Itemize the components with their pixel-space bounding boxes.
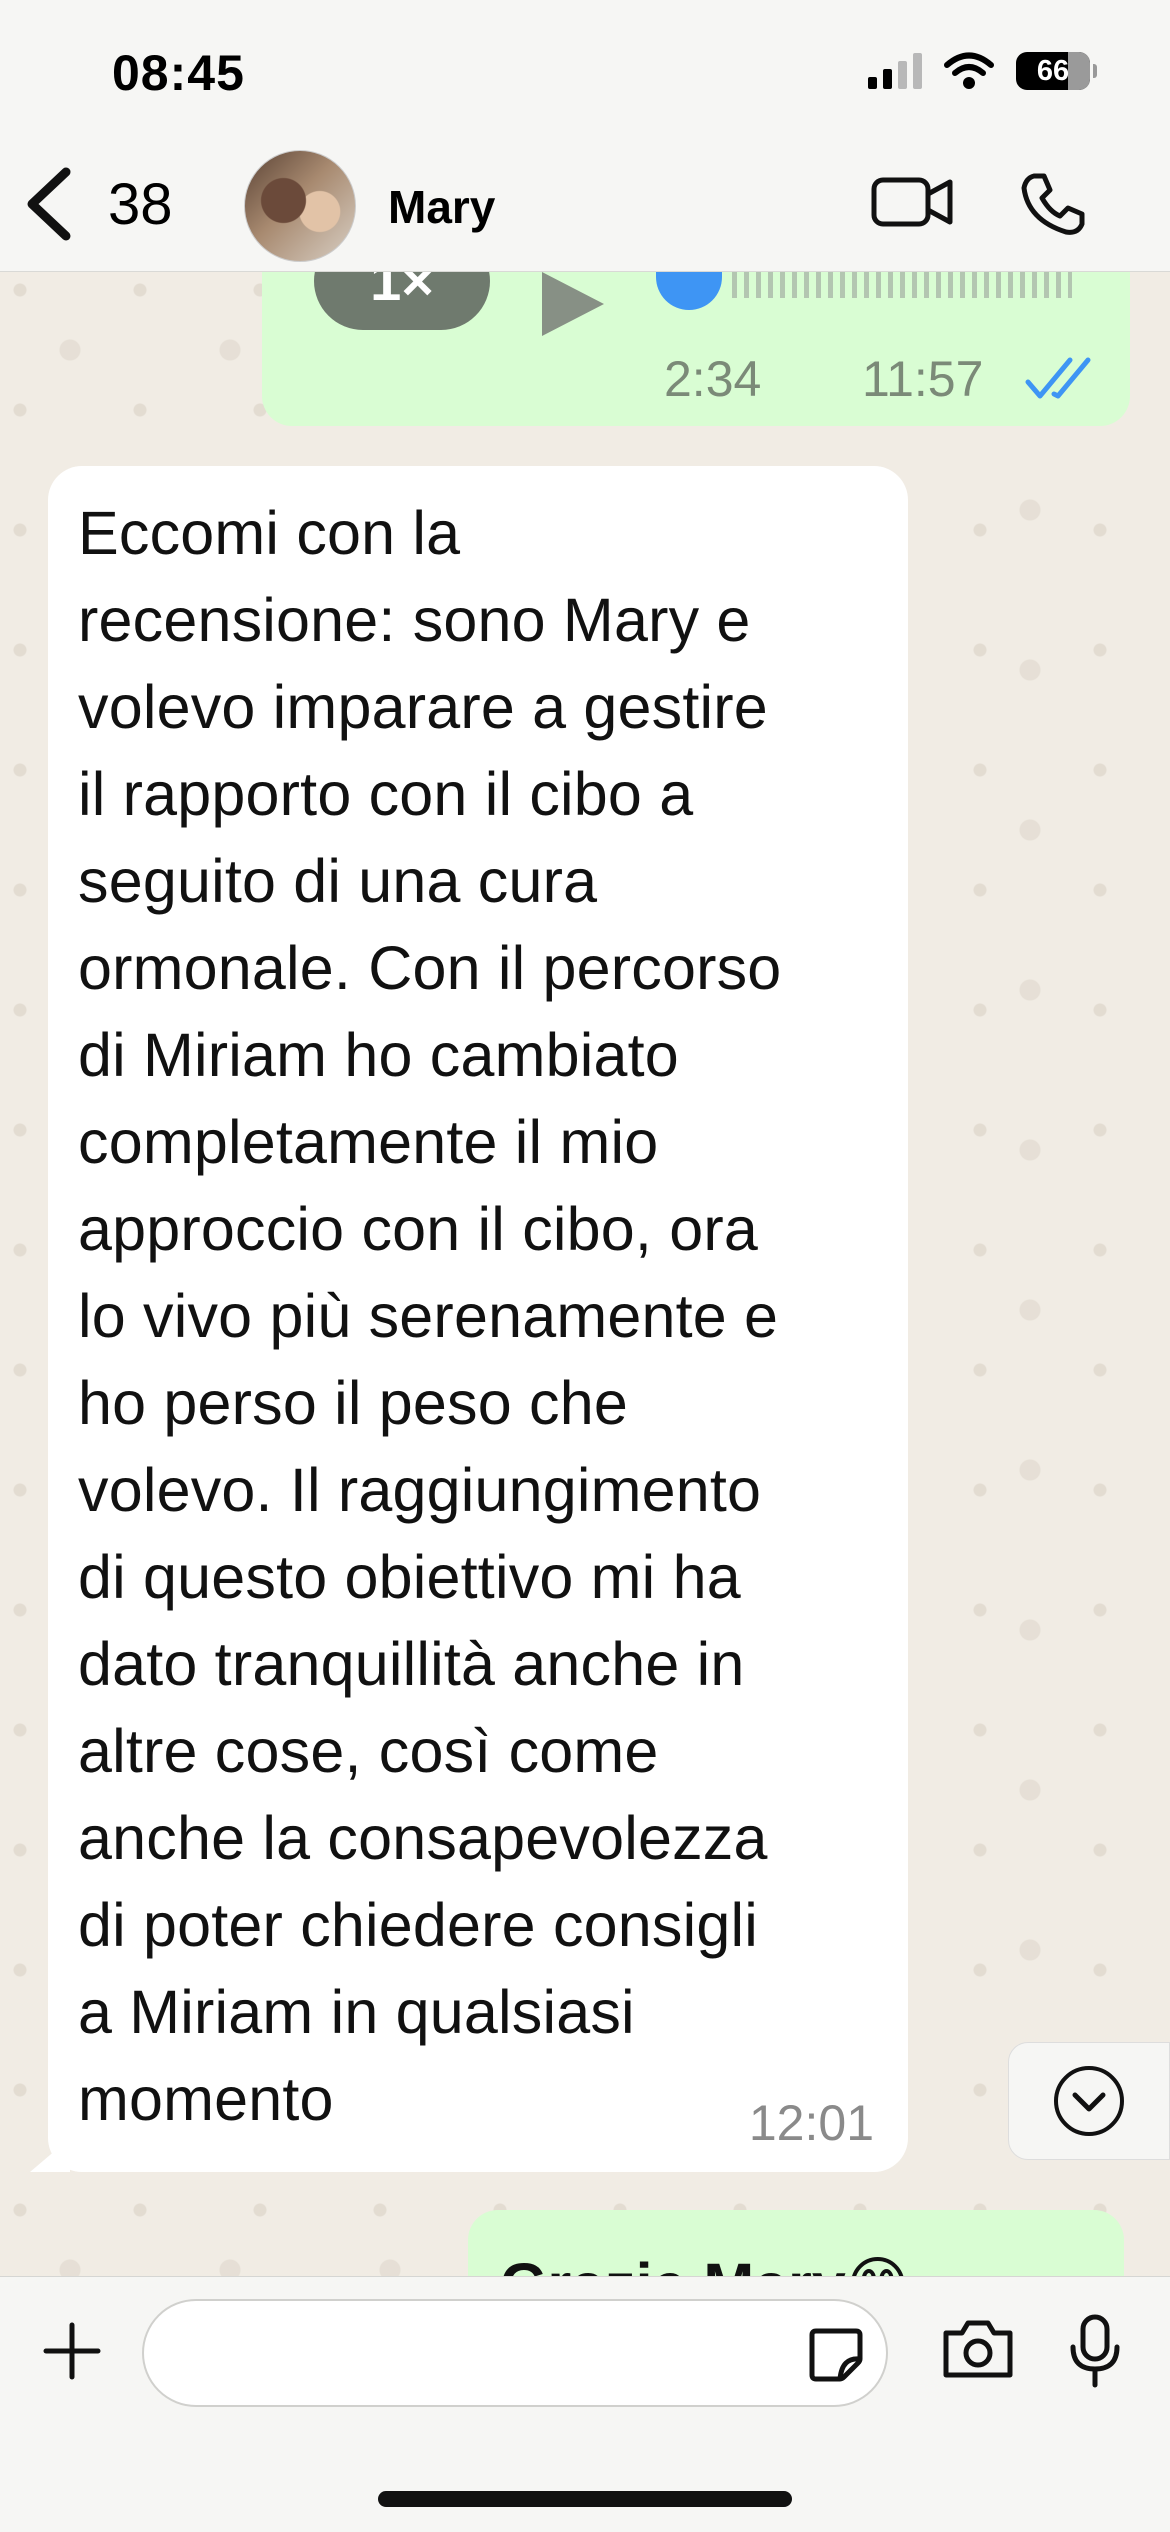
play-icon[interactable] [542, 272, 604, 336]
attach-plus-icon[interactable] [40, 2319, 104, 2383]
scroll-to-bottom-button[interactable] [1008, 2042, 1170, 2160]
cellular-signal-icon [868, 53, 922, 89]
status-icons: 66 [868, 52, 1097, 90]
chevron-down-circle-icon [1054, 2066, 1124, 2136]
microphone-icon[interactable] [1068, 2313, 1122, 2389]
video-call-icon[interactable] [870, 172, 954, 232]
status-time: 08:45 [112, 45, 245, 101]
home-indicator[interactable] [378, 2491, 792, 2507]
message-line: altre cose, così come [78, 1717, 659, 1785]
battery-level: 66 [1036, 55, 1070, 87]
voice-duration: 2:34 [664, 351, 762, 407]
message-line: ho perso il peso che [78, 1369, 628, 1437]
message-input-bar [0, 2276, 1170, 2532]
message-line: di Miriam ho cambiato [78, 1021, 679, 1089]
message-line: recensione: sono Mary e [78, 586, 751, 654]
message-line: di poter chiedere consigli [78, 1891, 758, 1959]
message-line: il rapporto con il cibo a [78, 760, 694, 828]
read-ticks-icon [1025, 357, 1091, 399]
unread-count: 38 [108, 171, 173, 237]
incoming-message-bubble[interactable]: Eccomi con la recensione: sono Mary e vo… [48, 466, 908, 2172]
message-line: approccio con il cibo, ora [78, 1195, 758, 1263]
back-button[interactable]: 38 [22, 166, 173, 242]
message-line: Eccomi con la [78, 499, 461, 567]
message-input[interactable] [142, 2299, 888, 2407]
message-line: volevo imparare a gestire [78, 673, 768, 741]
message-line: volevo. Il raggiungimento [78, 1456, 762, 1524]
contact-name[interactable]: Mary [388, 180, 495, 234]
message-line: completamente il mio [78, 1108, 659, 1176]
message-text: Eccomi con la recensione: sono Mary e vo… [78, 490, 876, 2143]
message-time: 11:57 [862, 351, 984, 407]
camera-icon[interactable] [940, 2317, 1016, 2381]
message-line: dato tranquillità anche in [78, 1630, 745, 1698]
chat-header: 08:45 66 38 Mary [0, 0, 1170, 272]
message-line: ormonale. Con il percorso [78, 934, 782, 1002]
battery-icon: 66 [1016, 52, 1097, 90]
sticker-icon[interactable] [806, 2325, 866, 2385]
message-line: anche la consapevolezza [78, 1804, 768, 1872]
message-time: 12:01 [748, 2095, 874, 2151]
message-line: di questo obiettivo mi ha [78, 1543, 741, 1611]
wifi-icon [944, 52, 994, 89]
contact-avatar[interactable] [244, 150, 356, 262]
message-line: a Miriam in qualsiasi [78, 1978, 635, 2046]
chevron-left-icon [27, 167, 71, 241]
phone-icon[interactable] [1020, 172, 1086, 238]
voice-message-bubble[interactable]: 1× 2:34 11:57 [262, 232, 1130, 426]
message-line: seguito di una cura [78, 847, 598, 915]
message-line: lo vivo più serenamente e [78, 1282, 779, 1350]
